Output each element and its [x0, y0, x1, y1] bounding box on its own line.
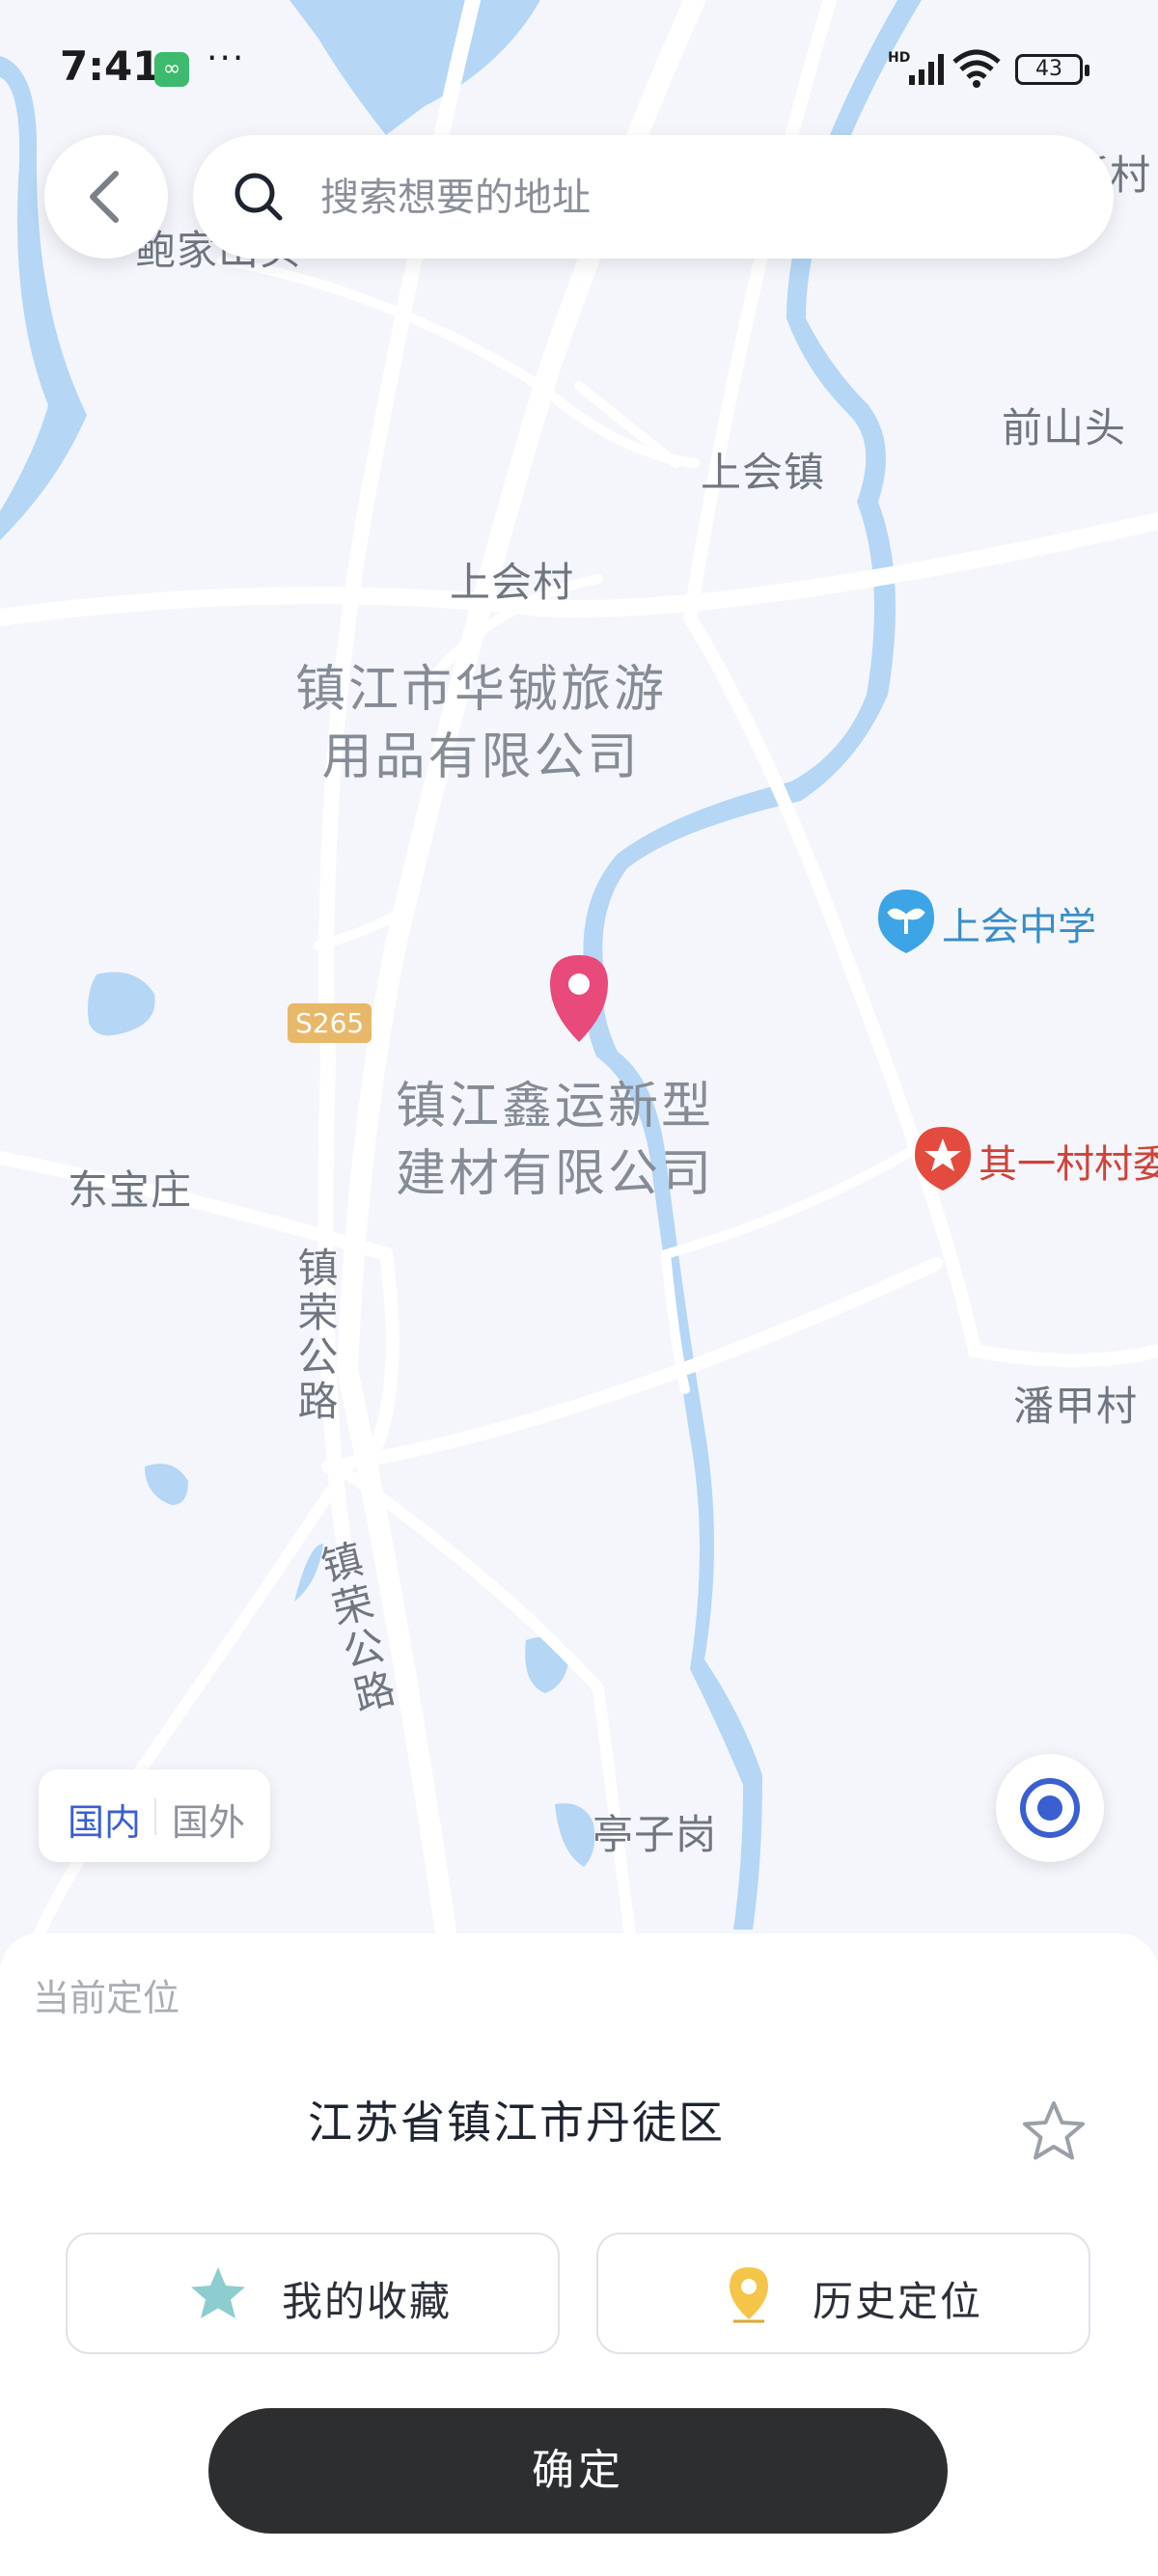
locate-button[interactable] [996, 1754, 1104, 1862]
map-label-shanghuizhen: 上会镇 [701, 449, 826, 496]
history-location-label: 历史定位 [813, 2278, 983, 2325]
signal-icon: HD [888, 50, 944, 85]
confirm-button[interactable]: 确定 [208, 2408, 948, 2534]
map-label-dongbaozhuang: 东宝庄 [68, 1166, 193, 1214]
my-favorites-button[interactable]: 我的收藏 [66, 2233, 560, 2354]
current-location-caption: 当前定位 [33, 1977, 180, 2019]
region-toggle[interactable]: 国内 国外 [39, 1769, 270, 1862]
map-label-panjiacun: 潘甲村 [1013, 1383, 1139, 1430]
school-icon [878, 890, 934, 953]
government-icon [915, 1127, 971, 1191]
region-divider [154, 1798, 156, 1835]
map-canvas[interactable] [0, 0, 1158, 1998]
location-pin-icon [730, 2267, 768, 2323]
map-label-qianshantou: 前山头 [1002, 404, 1127, 452]
map-label-shanghuicun: 上会村 [450, 559, 575, 606]
battery-indicator: 43 [1015, 54, 1089, 85]
map-label-huacheng: 镇江市华铖旅游 用品有限公司 [295, 661, 668, 786]
back-button[interactable] [44, 135, 168, 259]
poi-school-label: 上会中学 [942, 905, 1096, 949]
region-domestic-tab[interactable]: 国内 [68, 1793, 141, 1846]
map-label-road-zhenrong: 镇荣公路 [291, 1247, 339, 1424]
svg-text:HD: HD [888, 50, 910, 66]
search-bar[interactable] [193, 135, 1114, 259]
search-icon [234, 173, 283, 221]
wifi-icon [952, 49, 1001, 88]
locate-target-icon [1020, 1778, 1080, 1838]
current-address: 江苏省镇江市丹徒区 [308, 2096, 725, 2149]
status-time: 7:41 [60, 42, 161, 90]
region-abroad-tab[interactable]: 国外 [172, 1793, 245, 1846]
highway-shield: S265 [288, 1003, 372, 1043]
status-bar: 7:41 ∞ ··· HD 43 [0, 0, 1158, 135]
map-label-tingzigang: 亭子岗 [593, 1811, 718, 1858]
notification-app-icon: ∞ [154, 52, 189, 87]
chevron-left-icon [90, 171, 119, 223]
status-more: ··· [207, 39, 246, 78]
map-view[interactable]: 鲍家山头 西新村 前山头 上会镇 上会村 镇江市华铖旅游 用品有限公司 镇江鑫运… [0, 0, 1158, 1998]
star-outline-icon[interactable] [1019, 2097, 1089, 2167]
history-location-button[interactable]: 历史定位 [596, 2233, 1090, 2354]
my-favorites-label: 我的收藏 [282, 2278, 453, 2325]
location-sheet: 当前定位 江苏省镇江市丹徒区 我的收藏 历史定位 确定 [0, 1933, 1158, 2576]
poi-village-committee-label: 其一村村委 [979, 1142, 1158, 1187]
search-input[interactable] [318, 164, 1075, 232]
map-label-xinyun: 镇江鑫运新型 建材有限公司 [396, 1078, 715, 1203]
star-icon [191, 2267, 245, 2318]
